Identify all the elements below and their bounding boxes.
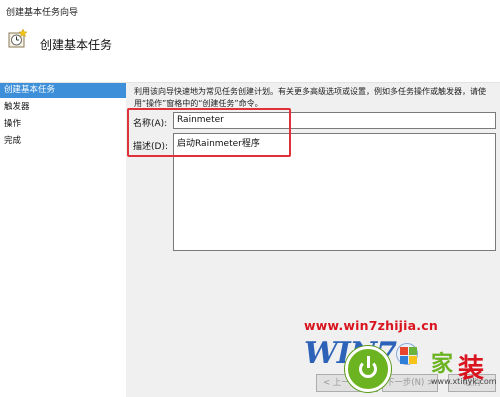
task-wizard-icon bbox=[8, 28, 28, 48]
name-input-value: Rainmeter bbox=[177, 115, 224, 125]
description-textarea-value: 启动Rainmeter程序 bbox=[177, 139, 260, 149]
next-button[interactable]: 下一步(N) > bbox=[382, 374, 438, 392]
step-create-basic-task[interactable]: 创建基本任务 bbox=[0, 83, 126, 98]
step-label: 完成 bbox=[4, 136, 22, 146]
wizard-header: 创建基本任务 bbox=[0, 22, 500, 82]
window-title: 创建基本任务向导 bbox=[6, 8, 79, 18]
watermark-url: www.win7zhijia.cn bbox=[304, 318, 438, 333]
wizard-steps-sidebar: 创建基本任务 触发器 操作 完成 bbox=[0, 83, 126, 397]
description-label: 描述(D): bbox=[133, 142, 168, 152]
step-finish[interactable]: 完成 bbox=[0, 134, 126, 149]
step-label: 创建基本任务 bbox=[4, 85, 56, 95]
wizard-description: 利用该向导快速地为常见任务创建计划。有关更多高级选项或设置，例如多任务操作或触发… bbox=[134, 87, 486, 108]
step-label: 操作 bbox=[4, 119, 22, 129]
windows-flag-icon bbox=[396, 343, 418, 365]
description-textarea[interactable]: 启动Rainmeter程序 bbox=[173, 133, 496, 251]
name-input[interactable]: Rainmeter bbox=[173, 112, 496, 129]
title-bar: 创建基本任务向导 bbox=[0, 0, 500, 22]
step-action[interactable]: 操作 bbox=[0, 117, 126, 132]
page-heading: 创建基本任务 bbox=[40, 38, 113, 52]
step-trigger[interactable]: 触发器 bbox=[0, 100, 126, 115]
name-label: 名称(A): bbox=[133, 119, 168, 129]
brand-char-1: 家 bbox=[431, 351, 454, 377]
step-label: 触发器 bbox=[4, 102, 30, 112]
brand-badge-icon bbox=[345, 346, 391, 392]
brand-url: www.xtinyk.com bbox=[431, 377, 497, 386]
